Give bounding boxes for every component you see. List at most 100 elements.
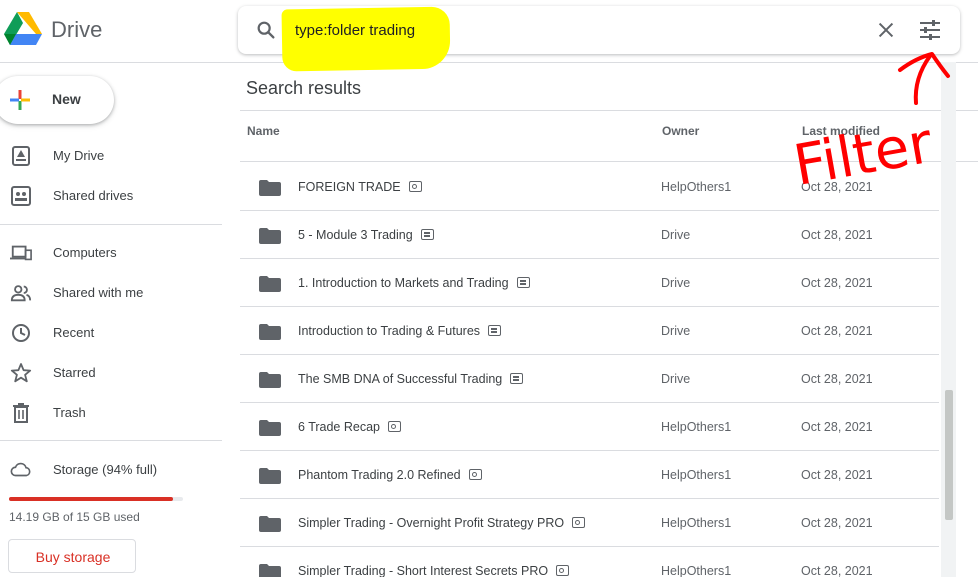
storage-progress-bar: [9, 497, 183, 501]
row-last-modified: Oct 28, 2021: [801, 372, 873, 386]
row-name-text: 1. Introduction to Markets and Trading: [298, 276, 509, 290]
sidebar-item-label: Shared drives: [53, 188, 134, 203]
table-row[interactable]: Introduction to Trading & Futures Drive Oc…: [240, 307, 939, 355]
new-button-label: New: [52, 91, 81, 107]
trash-icon: [13, 403, 29, 423]
my-drive-icon: [12, 146, 30, 166]
sidebar-item-label: My Drive: [53, 148, 105, 163]
table-header: Name Owner Last modified: [240, 110, 978, 162]
star-icon: [10, 363, 32, 383]
page-title: Search results: [246, 78, 362, 98]
shared-badge-icon: [510, 373, 524, 385]
table-row[interactable]: 1. Introduction to Markets and Trading Dr…: [240, 259, 939, 307]
folder-icon: [259, 468, 281, 484]
highlighter-mark: [281, 6, 451, 72]
buy-storage-label: Buy storage: [35, 549, 111, 565]
search-input[interactable]: type:folder trading: [295, 22, 415, 39]
row-name-text: Simpler Trading - Overnight Profit Strat…: [298, 516, 565, 530]
row-last-modified: Oct 28, 2021: [801, 420, 873, 434]
row-name: The SMB DNA of Successful Trading: [298, 372, 524, 386]
shared-drives-icon: [11, 186, 31, 206]
shared-with-me-icon: [10, 285, 32, 302]
key-badge-icon: [468, 469, 482, 481]
new-button[interactable]: New: [0, 76, 114, 124]
storage-used-text: 14.19 GB of 15 GB used: [9, 510, 140, 524]
sidebar-item-trash[interactable]: Trash: [0, 396, 222, 430]
folder-icon: [259, 372, 281, 388]
row-owner: HelpOthers1: [661, 516, 732, 530]
key-badge-icon: [556, 565, 570, 577]
row-name: 6 Trade Recap: [298, 420, 401, 434]
table-row[interactable]: 5 - Module 3 Trading Drive Oct 28, 2021: [240, 211, 939, 259]
column-header-name[interactable]: Name: [247, 124, 280, 138]
row-owner: Drive: [661, 276, 691, 290]
row-owner: HelpOthers1: [661, 468, 732, 482]
row-last-modified: Oct 28, 2021: [801, 228, 873, 242]
buy-storage-button[interactable]: Buy storage: [8, 539, 136, 573]
sidebar-item-recent[interactable]: Recent: [0, 316, 222, 350]
folder-icon: [259, 180, 281, 196]
row-owner: HelpOthers1: [661, 420, 732, 434]
computers-icon: [10, 245, 32, 261]
folder-icon: [259, 516, 281, 532]
row-last-modified: Oct 28, 2021: [801, 564, 873, 577]
sidebar-divider: [0, 224, 222, 225]
search-options-icon[interactable]: [918, 19, 942, 41]
row-name: 1. Introduction to Markets and Trading: [298, 276, 530, 290]
sidebar-item-label: Shared with me: [53, 285, 144, 300]
row-name-text: Simpler Trading - Short Interest Secrets…: [298, 564, 549, 577]
sidebar-item-shared-with-me[interactable]: Shared with me: [0, 276, 222, 310]
shared-badge-icon: [516, 277, 530, 289]
row-name-text: 5 - Module 3 Trading: [298, 228, 413, 242]
row-name-text: 6 Trade Recap: [298, 420, 380, 434]
row-last-modified: Oct 28, 2021: [801, 324, 873, 338]
storage-label: Storage (94% full): [53, 462, 158, 477]
drive-logo-icon[interactable]: [4, 12, 42, 46]
table-row[interactable]: FOREIGN TRADE HelpOthers1 Oct 28, 2021: [240, 163, 939, 211]
row-name: Simpler Trading - Short Interest Secrets…: [298, 564, 570, 577]
row-name: Introduction to Trading & Futures: [298, 324, 502, 338]
column-header-owner[interactable]: Owner: [662, 124, 699, 138]
sidebar-item-label: Starred: [53, 365, 96, 380]
table-row[interactable]: Simpler Trading - Short Interest Secrets…: [240, 547, 939, 577]
row-name-text: Introduction to Trading & Futures: [298, 324, 481, 338]
main-content: Search results Name Owner Last modified …: [240, 63, 978, 577]
folder-icon: [259, 228, 281, 244]
sidebar-item-label: Recent: [53, 325, 95, 340]
close-icon[interactable]: [875, 19, 897, 41]
row-name: Simpler Trading - Overnight Profit Strat…: [298, 516, 586, 530]
column-header-last-modified[interactable]: Last modified: [802, 124, 880, 138]
row-name: 5 - Module 3 Trading: [298, 228, 434, 242]
row-last-modified: Oct 28, 2021: [801, 180, 873, 194]
table-row[interactable]: Phantom Trading 2.0 Refined HelpOthers1 Oc…: [240, 451, 939, 499]
row-owner: Drive: [661, 372, 691, 386]
sidebar-item-shared-drives[interactable]: Shared drives: [0, 179, 222, 213]
table-row[interactable]: 6 Trade Recap HelpOthers1 Oct 28, 2021: [240, 403, 939, 451]
plus-icon: [10, 90, 30, 110]
sidebar-divider: [0, 440, 222, 441]
shared-badge-icon: [488, 325, 502, 337]
search-icon[interactable]: [255, 19, 277, 41]
sidebar-item-starred[interactable]: Starred: [0, 356, 222, 390]
key-badge-icon: [408, 181, 422, 193]
row-owner: HelpOthers1: [661, 180, 732, 194]
row-owner: HelpOthers1: [661, 564, 732, 577]
table-row[interactable]: The SMB DNA of Successful Trading Drive Oc…: [240, 355, 939, 403]
sidebar-item-storage[interactable]: Storage (94% full): [0, 453, 222, 487]
row-last-modified: Oct 28, 2021: [801, 516, 873, 530]
scrollbar-thumb[interactable]: [945, 390, 953, 520]
app-brand: Drive: [51, 17, 103, 42]
clock-icon: [12, 324, 30, 342]
key-badge-icon: [572, 517, 586, 529]
search-bar[interactable]: type:folder trading: [238, 6, 960, 72]
row-last-modified: Oct 28, 2021: [801, 276, 873, 290]
sidebar-item-my-drive[interactable]: My Drive: [0, 139, 222, 173]
app-header: Drive type:folder trading: [0, 0, 978, 72]
folder-icon: [259, 324, 281, 340]
folder-icon: [259, 564, 281, 577]
row-name: FOREIGN TRADE: [298, 180, 422, 194]
sidebar-item-computers[interactable]: Computers: [0, 236, 222, 270]
sidebar: New My Drive Shared drives Computers Sha…: [0, 63, 232, 577]
row-name-text: Phantom Trading 2.0 Refined: [298, 468, 461, 482]
table-row[interactable]: Simpler Trading - Overnight Profit Strat…: [240, 499, 939, 547]
